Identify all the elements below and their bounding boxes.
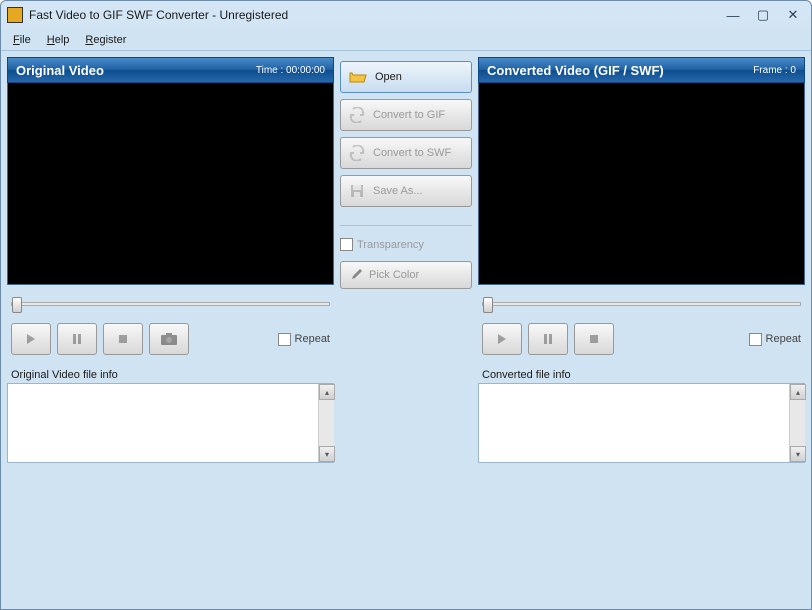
convert-gif-label: Convert to GIF: [373, 109, 445, 121]
menubar: File Help Register: [1, 29, 811, 51]
scroll-up-icon[interactable]: ▴: [319, 384, 335, 400]
converted-seek-slider[interactable]: [478, 293, 805, 315]
stop-button[interactable]: [574, 323, 614, 355]
pause-button[interactable]: [528, 323, 568, 355]
eyedropper-icon: [349, 268, 363, 282]
play-button[interactable]: [482, 323, 522, 355]
converted-panel-title: Converted Video (GIF / SWF): [487, 63, 664, 78]
menu-file[interactable]: File: [7, 32, 37, 48]
stop-icon: [116, 332, 130, 346]
repeat-label: Repeat: [766, 333, 801, 345]
original-info-textarea[interactable]: ▴ ▾: [7, 383, 334, 463]
stop-button[interactable]: [103, 323, 143, 355]
save-as-button[interactable]: Save As...: [340, 175, 472, 207]
frame-label: Frame : 0: [753, 65, 796, 76]
scrollbar[interactable]: ▴ ▾: [789, 384, 805, 462]
convert-swf-button[interactable]: Convert to SWF: [340, 137, 472, 169]
converted-repeat-checkbox[interactable]: Repeat: [749, 333, 801, 346]
content-area: Original Video Time : 00:00:00: [1, 51, 811, 609]
maximize-button[interactable]: ▢: [751, 7, 775, 23]
play-icon: [495, 332, 509, 346]
original-seek-slider[interactable]: [7, 293, 334, 315]
close-button[interactable]: ✕: [781, 7, 805, 23]
menu-register[interactable]: Register: [79, 32, 132, 48]
time-label: Time : 00:00:00: [256, 65, 325, 76]
pause-button[interactable]: [57, 323, 97, 355]
original-controls: Repeat: [7, 323, 334, 355]
checkbox-icon: [340, 238, 353, 251]
original-info-label: Original Video file info: [7, 367, 334, 383]
window-title: Fast Video to GIF SWF Converter - Unregi…: [29, 8, 721, 22]
minimize-button[interactable]: —: [721, 7, 745, 23]
titlebar[interactable]: Fast Video to GIF SWF Converter - Unregi…: [1, 1, 811, 29]
original-video-panel: Original Video Time : 00:00:00: [7, 57, 334, 603]
app-icon: [7, 7, 23, 23]
transparency-label: Transparency: [357, 239, 424, 251]
scroll-down-icon[interactable]: ▾: [790, 446, 806, 462]
camera-icon: [160, 332, 178, 346]
original-video-viewport: [7, 83, 334, 285]
pick-color-label: Pick Color: [369, 269, 419, 281]
play-icon: [24, 332, 38, 346]
pause-icon: [70, 332, 84, 346]
convert-icon: [349, 145, 365, 161]
open-label: Open: [375, 71, 402, 83]
original-repeat-checkbox[interactable]: Repeat: [278, 333, 330, 346]
save-icon: [349, 183, 365, 199]
converted-video-panel: Converted Video (GIF / SWF) Frame : 0: [478, 57, 805, 603]
save-as-label: Save As...: [373, 185, 423, 197]
checkbox-icon: [278, 333, 291, 346]
folder-open-icon: [349, 70, 367, 84]
scroll-down-icon[interactable]: ▾: [319, 446, 335, 462]
menu-help[interactable]: Help: [41, 32, 76, 48]
converted-info-textarea[interactable]: ▴ ▾: [478, 383, 805, 463]
converted-controls: Repeat: [478, 323, 805, 355]
repeat-label: Repeat: [295, 333, 330, 345]
play-button[interactable]: [11, 323, 51, 355]
pause-icon: [541, 332, 555, 346]
convert-swf-label: Convert to SWF: [373, 147, 451, 159]
transparency-section: Transparency Pick Color: [340, 225, 472, 289]
pick-color-button[interactable]: Pick Color: [340, 261, 472, 289]
checkbox-icon: [749, 333, 762, 346]
center-panel: Open Convert to GIF Convert to SWF Save …: [340, 57, 472, 603]
stop-icon: [587, 332, 601, 346]
snapshot-button[interactable]: [149, 323, 189, 355]
convert-gif-button[interactable]: Convert to GIF: [340, 99, 472, 131]
open-button[interactable]: Open: [340, 61, 472, 93]
transparency-checkbox[interactable]: Transparency: [340, 238, 472, 251]
convert-icon: [349, 107, 365, 123]
original-panel-title: Original Video: [16, 63, 104, 78]
converted-video-viewport: [478, 83, 805, 285]
converted-panel-header: Converted Video (GIF / SWF) Frame : 0: [478, 57, 805, 83]
scroll-up-icon[interactable]: ▴: [790, 384, 806, 400]
slider-thumb[interactable]: [483, 297, 493, 313]
main-window: Fast Video to GIF SWF Converter - Unregi…: [0, 0, 812, 610]
original-panel-header: Original Video Time : 00:00:00: [7, 57, 334, 83]
scrollbar[interactable]: ▴ ▾: [318, 384, 334, 462]
slider-thumb[interactable]: [12, 297, 22, 313]
converted-info-label: Converted file info: [478, 367, 805, 383]
